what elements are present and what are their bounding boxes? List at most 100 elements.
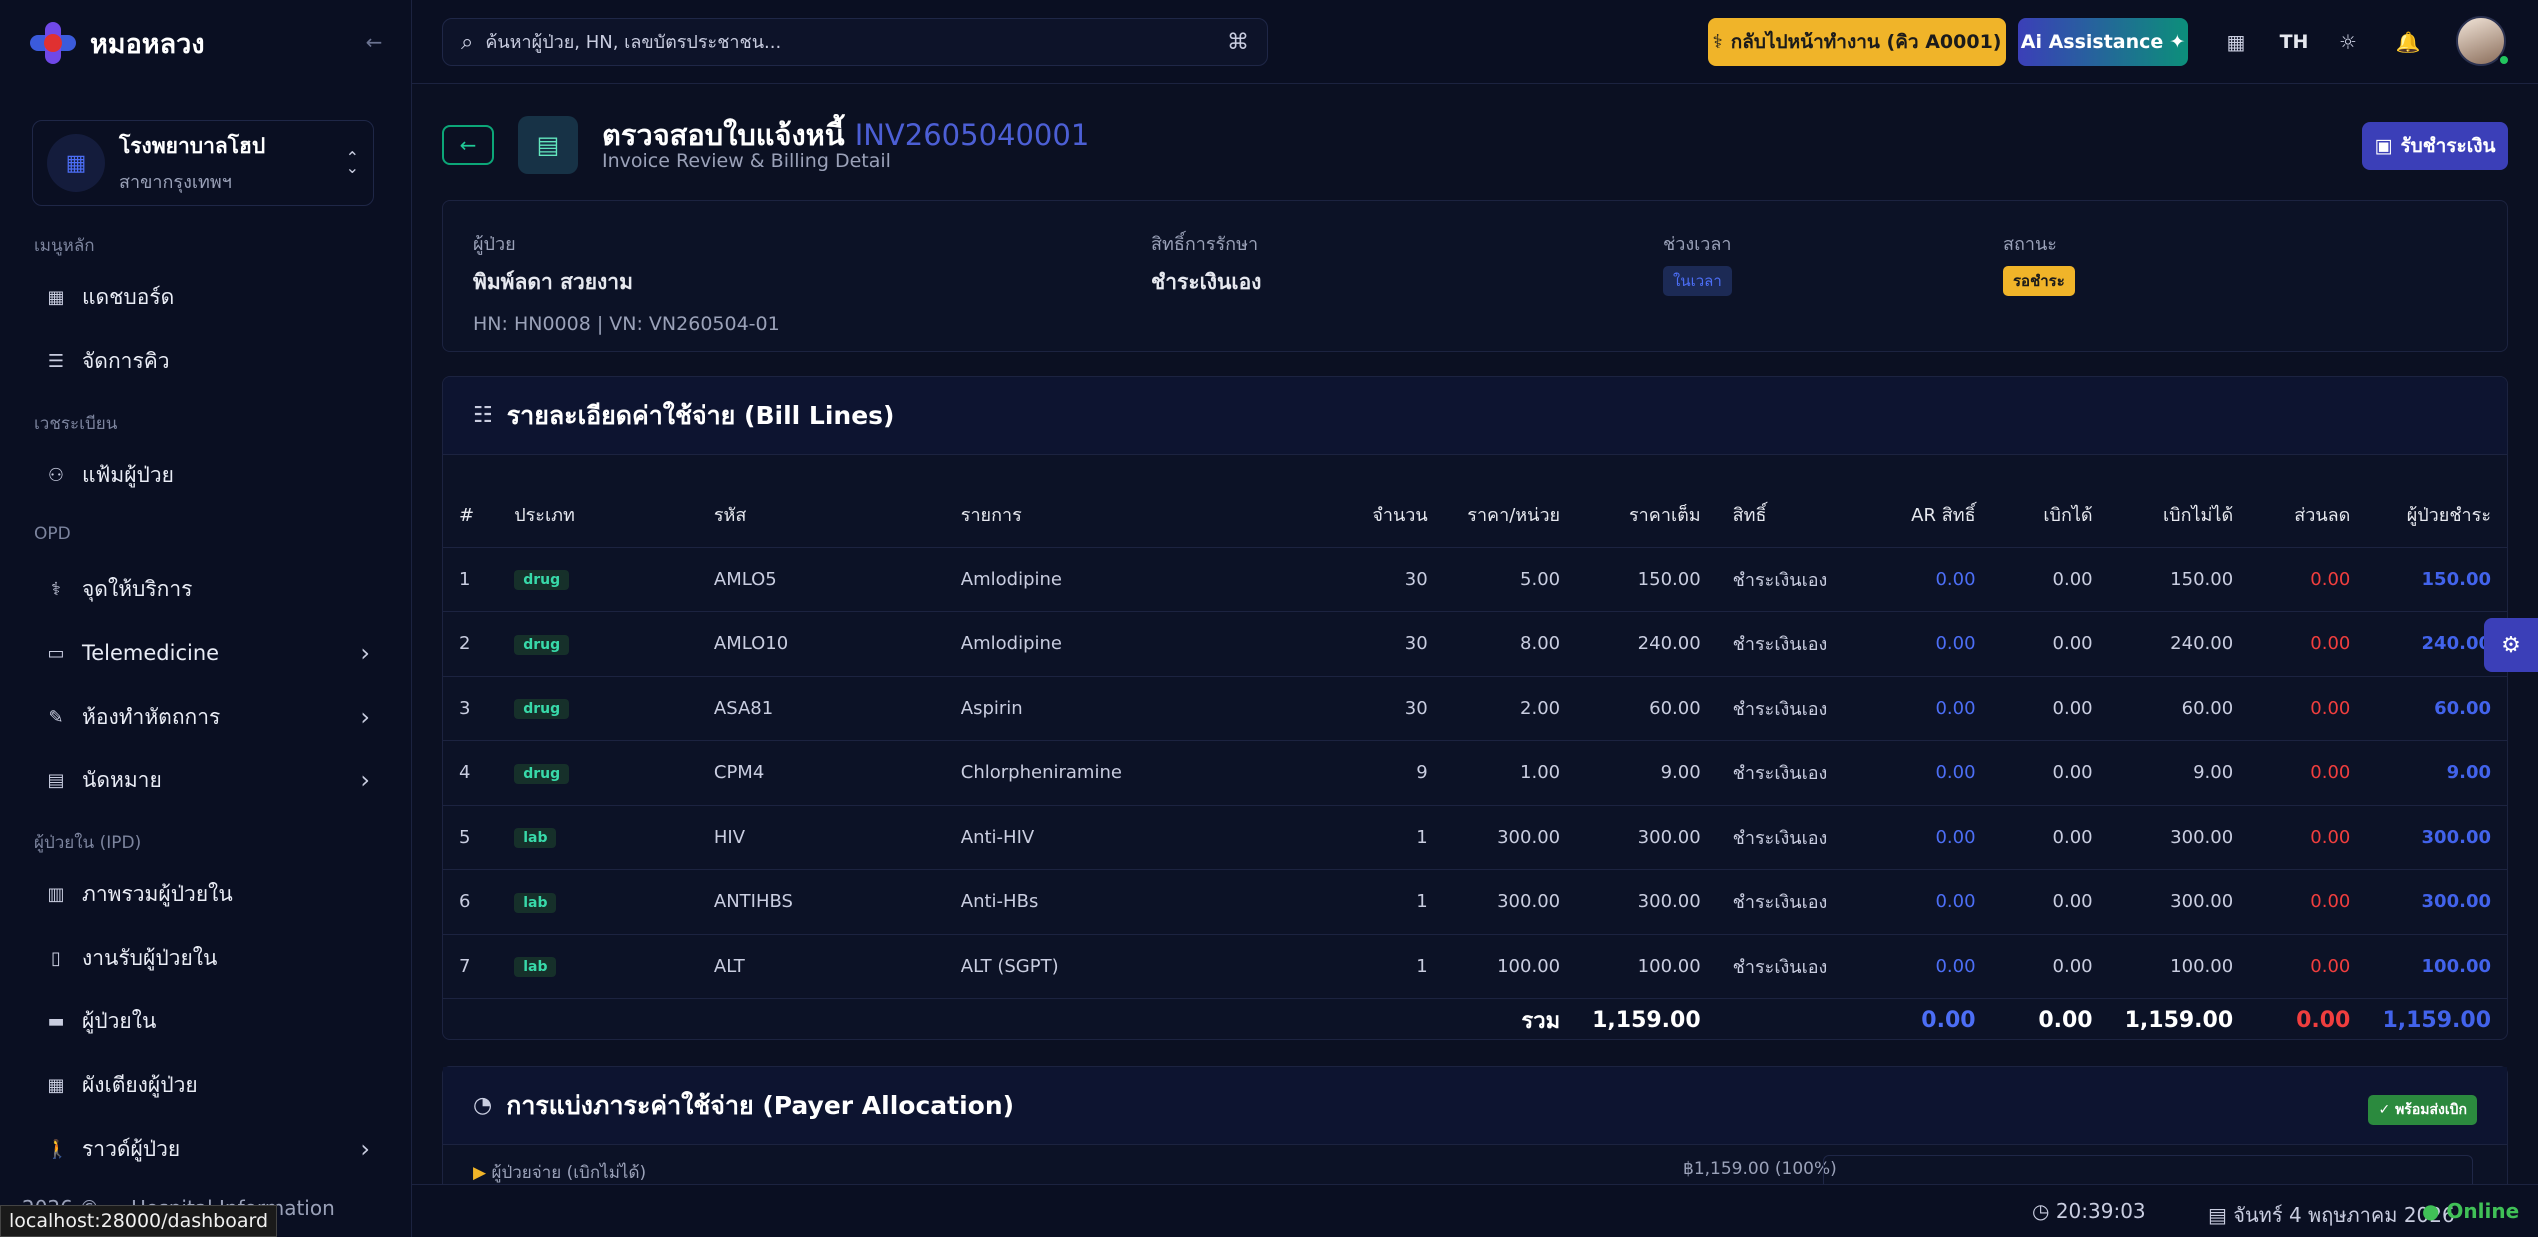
invoice-number: INV2605040001 [854,118,1090,152]
ai-assistance-label: Ai Assistance [2020,31,2164,53]
row-index: 3 [443,676,499,741]
row-patient-pay: 300.00 [2366,805,2507,870]
sidebar-item-ipd-overview[interactable]: ▥ ภาพรวมผู้ป่วยใน [30,870,380,918]
table-row: 6 lab ANTIHBS Anti-HBs 1 300.00 300.00 ชำระเงิน… [443,869,2507,935]
chevron-right-icon: › [360,703,370,731]
row-item: Anti-HBs [944,869,1309,935]
collapse-sidebar-icon[interactable]: ← [362,30,386,54]
row-non-claimable: 9.00 [2108,740,2250,806]
row-discount: 0.00 [2249,547,2367,612]
sidebar-item-bed-map[interactable]: ▦ ผังเตียงผู้ป่วย [30,1061,380,1109]
row-discount: 0.00 [2249,676,2367,741]
arrow-left-icon: ← [459,133,477,157]
sidebar-item-label: แฟ้มผู้ป่วย [82,462,174,487]
col-discount: ส่วนลด [2249,455,2367,548]
search-bar[interactable]: ⌕ ⌘ [442,18,1268,66]
row-claimable: 0.00 [1991,547,2109,612]
table-row: 7 lab ALT ALT (SGPT) 1 100.00 100.00 ชำระเงินเอ… [443,934,2507,999]
language-switch[interactable]: TH [2276,24,2312,60]
apps-grid-icon[interactable]: ▦ [2218,24,2254,60]
table-row: 3 drug ASA81 Aspirin 30 2.00 60.00 ชำระเงินเอง 0… [443,676,2507,741]
ready-to-claim-label: พร้อมส่งเบิก [2395,1102,2467,1118]
hospital-icon: ▦ [47,134,105,192]
row-discount: 0.00 [2249,611,2367,677]
sidebar-item-service-points[interactable]: ⚕ จุดให้บริการ [30,565,380,613]
ai-assistance-button[interactable]: Ai Assistance ✦ [2018,18,2188,66]
theme-sun-icon[interactable]: ☼ [2330,24,2366,60]
clock-icon: ◷ [2032,1199,2050,1223]
ready-to-claim-badge: ✓ พร้อมส่งเบิก [2368,1095,2477,1125]
row-code: AMLO10 [697,611,945,677]
brand-logo-icon [30,22,76,64]
type-tag: drug [514,570,570,591]
row-index: 5 [443,805,499,870]
bell-icon[interactable]: 🔔 [2390,24,2426,60]
receive-payment-label: รับชำระเงิน [2400,135,2496,157]
syringe-icon: ✎ [48,706,64,728]
row-patient-pay: 9.00 [2366,740,2507,806]
row-discount: 0.00 [2249,805,2367,870]
section-opd: OPD [34,524,71,544]
row-index: 6 [443,869,499,935]
receive-payment-button[interactable]: ▣ รับชำระเงิน [2362,122,2508,170]
back-button[interactable]: ← [442,125,494,165]
clock: ◷ 20:39:03 [2032,1199,2146,1223]
right-label: สิทธิ์การรักษา [1151,234,1259,255]
chevron-right-icon: › [360,1135,370,1163]
row-claimable: 0.00 [1991,869,2109,935]
sidebar-item-patient-files[interactable]: ⚇ แฟ้มผู้ป่วย [30,451,380,499]
allocation-row-label: ▶ ผู้ป่วยจ่าย (เบิกไม่ได้) [473,1159,646,1184]
col-non-claimable: เบิกไม่ได้ [2108,455,2250,548]
row-qty: 1 [1308,805,1444,870]
row-claimable: 0.00 [1991,934,2109,999]
sidebar-item-inpatients[interactable]: ▬ ผู้ป่วยใน [30,997,380,1045]
row-full-price: 9.00 [1576,740,1717,806]
row-non-claimable: 60.00 [2108,676,2250,741]
patient-name: พิมพ์ลดา สวยงาม [473,270,633,294]
row-unit-price: 100.00 [1443,934,1577,999]
patient-info: ผู้ป่วย พิมพ์ลดา สวยงาม HN: HN0008 | VN:… [473,229,780,335]
row-non-claimable: 300.00 [2108,869,2250,935]
connection-status: ● Online [2422,1199,2520,1223]
payer-allocation-header: ◔ การแบ่งภาระค่าใช้จ่าย (Payer Allocatio… [443,1067,2507,1145]
sidebar-item-procedure-room[interactable]: ✎ ห้องทำหัตถการ › [30,693,380,741]
page-title-text: ตรวจสอบใบแจ้งหนี้ [602,118,845,152]
payer-allocation-card: ◔ การแบ่งภาระค่าใช้จ่าย (Payer Allocatio… [442,1066,2508,1184]
settings-gear-icon[interactable]: ⚙ [2484,618,2538,672]
file-plus-icon: ▯ [51,947,61,969]
type-tag: drug [514,763,570,784]
row-patient-pay: 300.00 [2366,869,2507,935]
search-input[interactable] [485,31,1215,53]
table-header-row: # ประเภท รหัส รายการ จำนวน ราคา/หน่วย รา… [443,455,2507,548]
row-claimable: 0.00 [1991,805,2109,870]
date: ▤ จันทร์ 4 พฤษภาคม 2026 [2208,1199,2455,1231]
return-to-queue-button[interactable]: ⚕ กลับไปหน้าทำงาน (คิว A0001) [1708,18,2006,66]
sidebar-item-dashboard[interactable]: ▦ แดชบอร์ด [30,273,380,321]
sidebar-item-ipd-admission[interactable]: ▯ งานรับผู้ป่วยใน [30,934,380,982]
building-icon: ▥ [47,883,65,905]
chevron-updown-icon: ⌃ ⌄ [345,148,359,177]
col-index: # [443,455,499,548]
total-non-claimable: 1,159.00 [2124,1008,2234,1034]
sidebar-item-telemedicine[interactable]: ▭ Telemedicine › [30,629,380,677]
allocation-row-text: ผู้ป่วยจ่าย (เบิกไม่ได้) [491,1163,647,1183]
total-ar-right: 0.00 [1921,1008,1976,1034]
brand[interactable]: หมอหลวง [30,22,205,64]
row-full-price: 300.00 [1576,805,1717,870]
row-patient-pay: 150.00 [2366,547,2507,612]
row-qty: 30 [1308,547,1444,612]
total-discount: 0.00 [2296,1008,2351,1034]
sidebar-item-queue[interactable]: ☰ จัดการคิว [30,337,380,385]
row-unit-price: 5.00 [1443,547,1577,612]
sidebar-item-appointments[interactable]: ▤ นัดหมาย › [30,756,380,804]
sidebar-item-rounds[interactable]: 🚶 ราวด์ผู้ป่วย › [30,1125,380,1173]
hospital-switcher[interactable]: ▦ โรงพยาบาลโฮป สาขากรุงเทพฯ ⌃ ⌄ [32,120,374,206]
row-ar-right: 0.00 [1859,869,1992,935]
online-status-dot [2498,54,2510,66]
bill-lines-title: รายละเอียดค่าใช้จ่าย (Bill Lines) [506,400,895,430]
sidebar-item-label: งานรับผู้ป่วยใน [82,945,218,970]
row-ar-right: 0.00 [1859,547,1992,612]
row-non-claimable: 240.00 [2108,611,2250,677]
col-claimable: เบิกได้ [1991,455,2109,548]
main-content: ← ▤ ตรวจสอบใบแจ้งหนี้ INV2605040001 Invo… [412,84,2538,1184]
